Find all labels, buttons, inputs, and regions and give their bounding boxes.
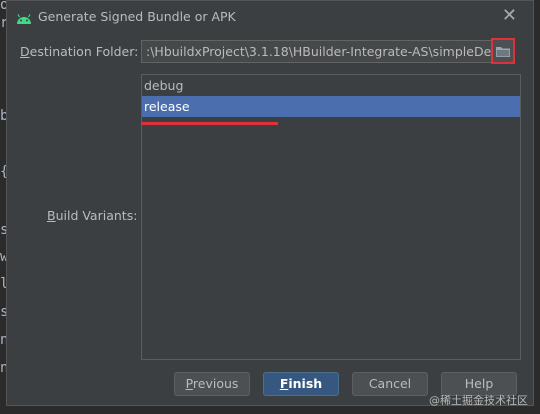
folder-icon — [496, 42, 510, 61]
mnemonic-d: D — [20, 44, 30, 59]
destination-folder-field[interactable]: :\HbuildxProject\3.1.18\HBuilder-Integra… — [141, 40, 493, 63]
finish-label: inish — [288, 376, 323, 391]
previous-label: revious — [192, 376, 239, 391]
release-highlight-underline — [141, 122, 278, 125]
mnemonic-b: B — [47, 208, 56, 223]
generate-signed-dialog: Generate Signed Bundle or APK ✕ Destinat… — [6, 0, 534, 406]
build-variants-label-text: uild Variants: — [55, 208, 138, 223]
android-icon — [16, 10, 32, 29]
variant-item-debug[interactable]: debug — [142, 75, 520, 96]
dialog-titlebar[interactable]: Generate Signed Bundle or APK ✕ — [7, 1, 533, 33]
destination-label-text: estination Folder: — [29, 44, 139, 59]
destination-label: Destination Folder: — [20, 44, 138, 59]
build-variants-label: Build Variants: — [47, 208, 137, 223]
close-button[interactable]: ✕ — [502, 7, 517, 25]
cancel-button[interactable]: Cancel — [352, 372, 428, 396]
finish-button[interactable]: Finish — [263, 372, 339, 396]
watermark: @稀土掘金技术社区 — [429, 394, 528, 407]
previous-button[interactable]: Previous — [174, 372, 250, 396]
dialog-title: Generate Signed Bundle or APK — [38, 9, 236, 24]
build-variants-list[interactable]: debug release — [141, 74, 521, 360]
variant-item-release[interactable]: release — [142, 96, 520, 117]
mnemonic-p: P — [185, 376, 193, 391]
browse-folder-button[interactable] — [491, 38, 515, 64]
